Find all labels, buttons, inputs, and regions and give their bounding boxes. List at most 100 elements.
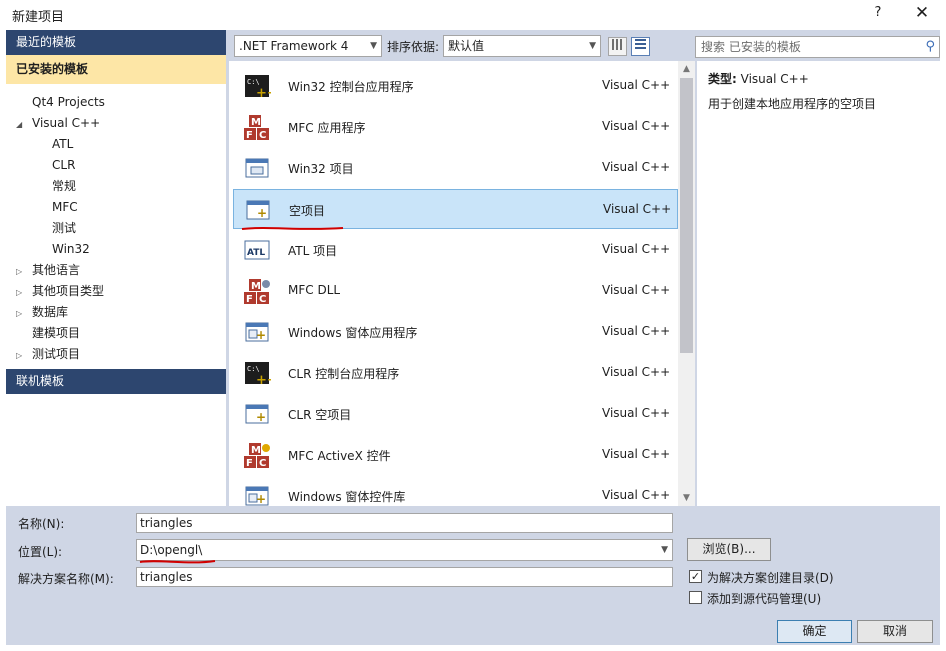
tree-item-label: 测试项目 <box>32 347 81 361</box>
list-view-button[interactable] <box>608 37 627 56</box>
tree-item-label: 常规 <box>52 179 77 193</box>
framework-value: .NET Framework 4 <box>239 39 349 53</box>
template-name: Windows 窗体控件库 <box>288 490 406 504</box>
solution-name-field[interactable]: triangles <box>136 567 673 587</box>
template-row[interactable]: + Windows 窗体应用程序 Visual C++ <box>233 312 678 352</box>
sort-value: 默认值 <box>448 39 485 53</box>
expanded-arrow-icon[interactable]: ◢ <box>16 114 26 135</box>
tree-item[interactable]: 测试 <box>36 218 76 239</box>
template-row[interactable]: C:\++ CLR 控制台应用程序 Visual C++ <box>233 353 678 393</box>
source-control-checkbox[interactable] <box>689 591 702 604</box>
detail-view-button[interactable] <box>631 37 650 56</box>
nav-installed-templates[interactable]: 已安装的模板 <box>6 55 226 84</box>
search-icon[interactable]: ⚲ <box>925 37 935 57</box>
location-label: 位置(L): <box>18 545 63 559</box>
solution-name-value: triangles <box>140 570 193 584</box>
create-directory-checkbox[interactable]: ✓ <box>689 570 702 583</box>
template-tree: Qt4 Projects ◢ Visual C++ ATL CLR 常规 MFC 测试 Win3… <box>6 84 226 370</box>
template-row[interactable]: C:\++ Win32 控制台应用程序 Visual C++ <box>233 66 678 106</box>
tree-item[interactable]: CLR <box>36 155 75 176</box>
svg-text:C: C <box>259 294 266 305</box>
scroll-thumb[interactable] <box>680 78 693 353</box>
annotation-underline <box>241 227 344 230</box>
chevron-down-icon: ▼ <box>370 41 377 51</box>
svg-text:M: M <box>251 117 261 128</box>
tree-item[interactable]: ◢ Visual C++ <box>16 113 100 134</box>
collapsed-arrow-icon[interactable]: ▷ <box>16 345 26 366</box>
checkmark-icon: ✓ <box>690 570 701 583</box>
svg-text:++: ++ <box>256 86 271 100</box>
sort-dropdown[interactable]: 默认值 ▼ <box>443 35 601 57</box>
template-row[interactable]: + Windows 窗体控件库 Visual C++ <box>233 476 678 506</box>
template-name: MFC ActiveX 控件 <box>288 449 391 463</box>
tree-item[interactable]: ▷ 其他项目类型 <box>16 281 104 302</box>
chevron-down-icon[interactable]: ▼ <box>661 540 668 560</box>
nav-recent-templates[interactable]: 最近的模板 <box>6 30 226 55</box>
scroll-up-icon[interactable]: ▲ <box>678 61 695 77</box>
collapsed-arrow-icon[interactable]: ▷ <box>16 282 26 303</box>
cancel-button[interactable]: 取消 <box>857 620 933 643</box>
help-button[interactable]: ? <box>871 5 885 20</box>
collapsed-arrow-icon[interactable]: ▷ <box>16 261 26 282</box>
template-language: Visual C++ <box>602 324 671 338</box>
template-row[interactable]: Win32 项目 Visual C++ <box>233 148 678 188</box>
template-language: Visual C++ <box>602 283 671 297</box>
framework-dropdown[interactable]: .NET Framework 4 ▼ <box>234 35 382 57</box>
template-description: 用于创建本地应用程序的空项目 <box>708 97 877 111</box>
title-bar: 新建项目 ? ✕ <box>0 0 946 30</box>
tree-item[interactable]: Win32 <box>36 239 90 260</box>
tree-item-label: ATL <box>52 137 74 151</box>
svg-text:+: + <box>256 328 266 342</box>
tree-item[interactable]: 常规 <box>36 176 76 197</box>
tree-item-label: 其他语言 <box>32 263 81 277</box>
annotation-underline <box>139 560 216 564</box>
svg-text:+: + <box>257 206 267 220</box>
template-language: Visual C++ <box>602 242 671 256</box>
tree-item-label: 数据库 <box>32 305 69 319</box>
tree-item[interactable]: 建模项目 <box>16 323 80 344</box>
svg-text:C: C <box>259 458 266 469</box>
tree-item[interactable]: ▷ 测试项目 <box>16 344 80 365</box>
atl-icon: ATL <box>243 237 271 264</box>
name-field[interactable]: triangles <box>136 513 673 533</box>
svg-text:M: M <box>251 281 261 292</box>
tree-item[interactable]: ATL <box>36 134 73 155</box>
scroll-down-icon[interactable]: ▼ <box>678 490 695 506</box>
list-view-icon <box>612 39 622 50</box>
create-directory-label: 为解决方案创建目录(D) <box>707 571 834 585</box>
template-language: Visual C++ <box>602 447 671 461</box>
svg-text:++: ++ <box>256 373 271 387</box>
ok-button[interactable]: 确定 <box>777 620 852 643</box>
type-label: 类型: <box>708 72 737 86</box>
winforms-icon: + <box>243 483 271 506</box>
browse-button[interactable]: 浏览(B)... <box>687 538 771 561</box>
tree-item-label: CLR <box>52 158 76 172</box>
template-name: CLR 空项目 <box>288 408 352 422</box>
close-button[interactable]: ✕ <box>912 3 932 23</box>
winforms-icon: + <box>243 319 271 346</box>
tree-item[interactable]: MFC <box>36 197 78 218</box>
source-control-label: 添加到源代码管理(U) <box>707 592 822 606</box>
template-row[interactable]: M F C MFC ActiveX 控件 Visual C++ <box>233 435 678 475</box>
template-row[interactable]: + CLR 空项目 Visual C++ <box>233 394 678 434</box>
chevron-down-icon: ▼ <box>589 41 596 51</box>
tree-item[interactable]: ▷ 数据库 <box>16 302 68 323</box>
window-icon <box>243 155 271 182</box>
mfc-activex-icon: MFC <box>243 442 271 469</box>
template-row[interactable]: M F C MFC 应用程序 Visual C++ <box>233 107 678 147</box>
search-box[interactable]: 搜索 已安装的模板 ⚲ <box>695 36 940 58</box>
nav-online-templates[interactable]: 联机模板 <box>6 369 226 394</box>
tree-item[interactable]: Qt4 Projects <box>16 92 105 113</box>
svg-text:F: F <box>246 130 253 141</box>
tree-item-label: 测试 <box>52 221 77 235</box>
template-row[interactable]: M F C MFC DLL Visual C++ <box>233 271 678 311</box>
template-name: ATL 项目 <box>288 244 338 258</box>
svg-text:F: F <box>246 294 253 305</box>
template-name: Windows 窗体应用程序 <box>288 326 418 340</box>
collapsed-arrow-icon[interactable]: ▷ <box>16 303 26 324</box>
template-language: Visual C++ <box>602 160 671 174</box>
template-row[interactable]: ATL ATL 项目 Visual C++ <box>233 230 678 270</box>
name-label: 名称(N): <box>18 517 65 531</box>
tree-item[interactable]: ▷ 其他语言 <box>16 260 80 281</box>
list-scrollbar[interactable]: ▲ ▼ <box>678 61 695 506</box>
